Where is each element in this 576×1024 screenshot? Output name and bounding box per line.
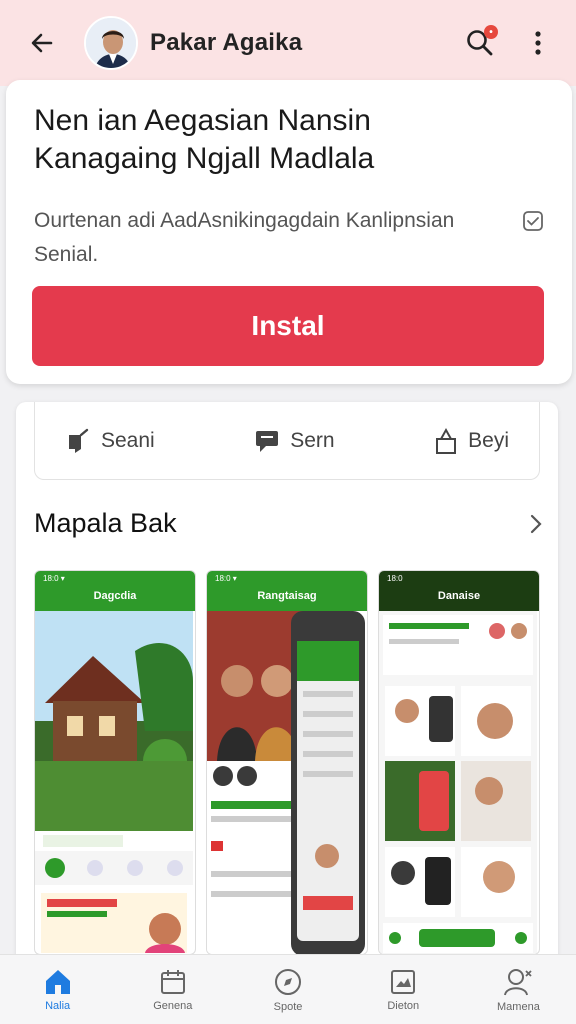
chat-icon (256, 430, 279, 452)
screenshot-2[interactable]: 18:0 ▾ Rangtaisag (206, 570, 368, 955)
app-title-line-1: Nen ian Aegasian Nansin (34, 104, 371, 137)
picture-frame-icon (391, 969, 416, 994)
section-title: Mapala Bak (34, 508, 177, 538)
overflow-menu-button[interactable] (518, 23, 558, 63)
screenshot-carousel[interactable]: 18:0 ▾ Dagcdia 18:0 ▾ Rangtaisag 18:0 Da… (34, 570, 540, 955)
avatar[interactable] (84, 16, 138, 70)
share-label: Seani (101, 428, 155, 452)
share-icon (69, 428, 89, 453)
nav-calendar[interactable]: Genena (115, 955, 230, 1024)
arrow-left-icon (31, 33, 53, 53)
nav-profile-label: Mamena (497, 1000, 540, 1013)
app-title-line-2: Kanagaing Ngjall Madlala (34, 142, 375, 175)
screenshot-status: 18:0 ▾ (43, 574, 65, 583)
share-action[interactable]: Seani (65, 427, 155, 455)
back-button[interactable] (26, 27, 58, 59)
bag-icon (436, 427, 457, 454)
nav-gallery[interactable]: Dieton (346, 955, 461, 1024)
calendar-icon (160, 969, 185, 994)
compass-icon (275, 968, 301, 995)
screenshot-app-bar: 18:0 ▾ Rangtaisag (207, 571, 367, 611)
description-row: Ourtenan adi AadAsnikingagdain Kanlipnsi… (34, 204, 544, 272)
search-button[interactable]: • (460, 23, 500, 63)
chevron-right-icon (530, 514, 542, 533)
screenshot-status: 18:0 ▾ (215, 574, 237, 583)
nav-home[interactable]: Nalia (0, 955, 115, 1024)
nav-explore-label: Spote (273, 1000, 303, 1013)
app-info-card: Nen ian Aegasian Nansin Kanagaing Ngjall… (6, 80, 572, 384)
screenshot-3[interactable]: 18:0 Danaise (378, 570, 540, 955)
screenshot-app-bar: 18:0 Danaise (379, 571, 539, 611)
screenshot-1[interactable]: 18:0 ▾ Dagcdia (34, 570, 196, 955)
more-vertical-icon (535, 31, 541, 55)
buy-label: Beyi (468, 428, 509, 452)
chat-action[interactable]: Sern (254, 428, 335, 454)
nav-explore[interactable]: Spote (230, 955, 345, 1024)
screenshot-title: Rangtaisag (257, 590, 317, 602)
screenshot-title: Dagcdia (93, 590, 137, 602)
notification-badge: • (484, 25, 498, 39)
screenshots-header[interactable]: Mapala Bak (34, 508, 544, 539)
nav-profile[interactable]: Mamena (461, 955, 576, 1024)
nav-gallery-label: Dieton (387, 999, 420, 1012)
home-icon (45, 969, 70, 994)
phone-mockup-photo (207, 611, 365, 954)
chat-label: Sern (290, 428, 335, 452)
checkbox-icon[interactable] (522, 210, 544, 232)
page-title: Pakar Agaika (150, 29, 303, 56)
top-app-bar: Pakar Agaika • (0, 0, 576, 86)
bottom-navigation: Nalia Genena Spote Dieton Mamena (0, 954, 576, 1024)
nav-home-label: Nalia (45, 999, 71, 1012)
screenshot-status: 18:0 (387, 574, 403, 583)
details-card: Seani Sern Beyi Mapala Bak 18:0 ▾ Dagcdi… (16, 402, 558, 982)
house-photo (35, 611, 193, 953)
screenshot-title: Danaise (437, 590, 481, 602)
buy-action[interactable]: Beyi (434, 427, 509, 455)
profile-icon (504, 968, 533, 995)
install-button[interactable]: Instal (32, 286, 544, 366)
app-description: Ourtenan adi AadAsnikingagdain Kanlipnsi… (34, 209, 455, 266)
grid-mockup-photo (379, 611, 537, 954)
app-title: Nen ian Aegasian Nansin Kanagaing Ngjall… (34, 102, 544, 178)
action-row: Seani Sern Beyi (34, 402, 540, 480)
screenshot-app-bar: 18:0 ▾ Dagcdia (35, 571, 195, 611)
nav-calendar-label: Genena (153, 999, 193, 1012)
